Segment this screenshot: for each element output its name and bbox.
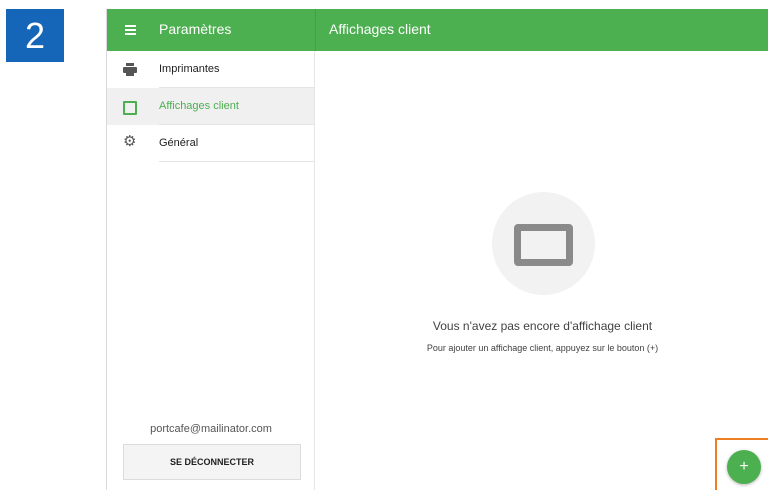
sidebar-item-printers[interactable]: Imprimantes xyxy=(107,51,314,88)
step-number-badge: 2 xyxy=(6,9,64,62)
add-display-button[interactable]: + xyxy=(727,450,761,484)
printer-icon xyxy=(123,63,137,77)
nav-title: Paramètres xyxy=(159,21,232,37)
app-window: Paramètres Affichages client Imprimantes… xyxy=(106,9,768,490)
appbar-divider xyxy=(315,9,316,51)
display-icon xyxy=(123,101,137,115)
tablet-icon xyxy=(514,224,573,266)
gear-icon: ⚙ xyxy=(123,133,137,150)
app-bar: Paramètres Affichages client xyxy=(107,9,768,51)
empty-state-title: Vous n'avez pas encore d'affichage clien… xyxy=(432,319,653,333)
page-title: Affichages client xyxy=(329,21,431,37)
empty-state-illustration xyxy=(492,192,595,295)
account-email: portcafe@mailinator.com xyxy=(150,423,272,435)
hamburger-menu-icon[interactable] xyxy=(121,20,141,40)
sidebar: Imprimantes Affichages client ⚙ Général … xyxy=(107,51,315,490)
page: 2 Paramètres Affichages client Imprimant… xyxy=(0,0,768,490)
logout-button[interactable]: SE DÉCONNECTER xyxy=(123,444,301,480)
sidebar-item-label: Affichages client xyxy=(159,100,239,112)
sidebar-item-label: Général xyxy=(159,137,199,149)
main-content: Vous n'avez pas encore d'affichage clien… xyxy=(316,51,768,490)
empty-state-hint: Pour ajouter un affichage client, appuye… xyxy=(426,343,659,353)
sidebar-item-label: Imprimantes xyxy=(159,63,220,75)
sidebar-item-general[interactable]: ⚙ Général xyxy=(107,125,314,162)
sidebar-item-customer-displays[interactable]: Affichages client xyxy=(107,88,314,125)
